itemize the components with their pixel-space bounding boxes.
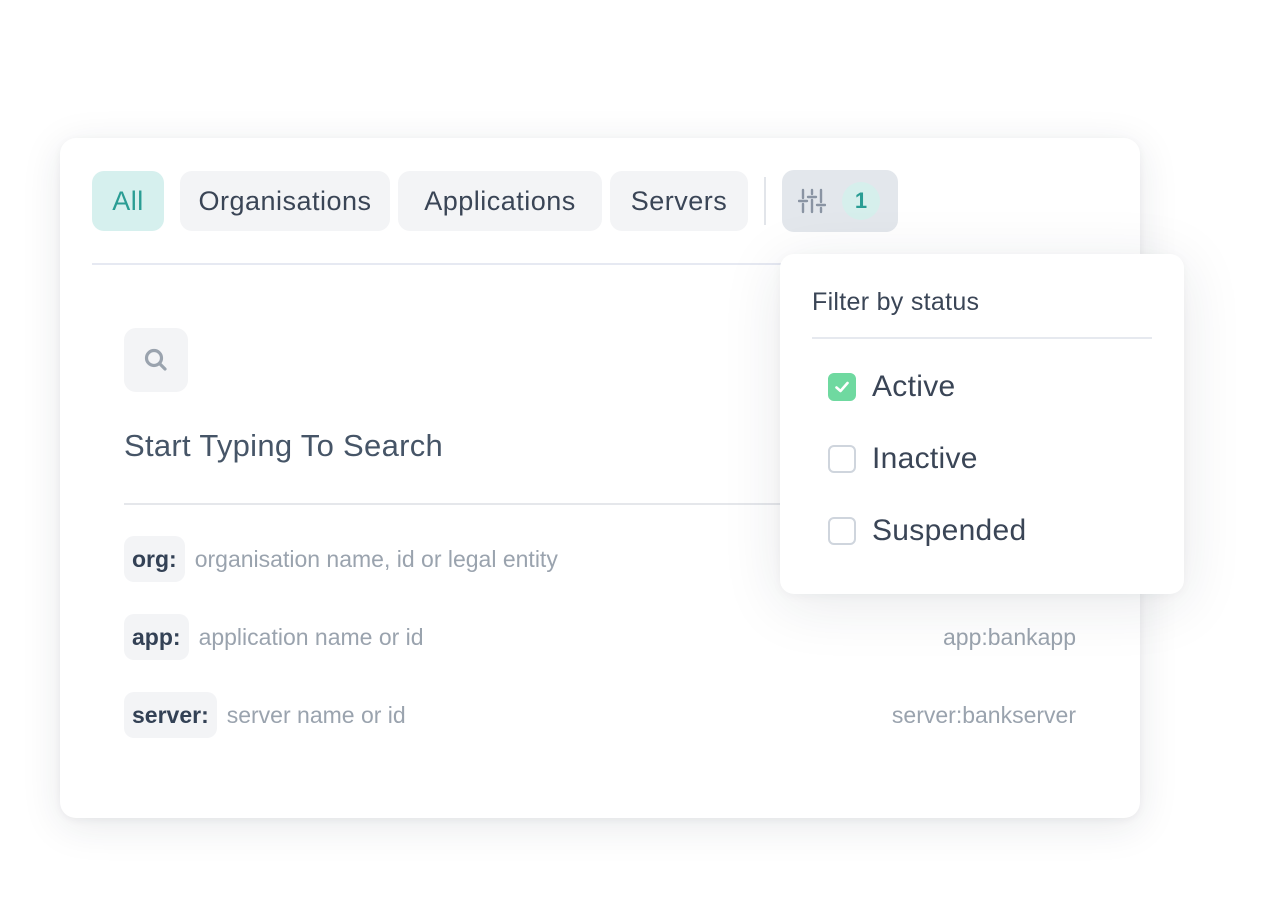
checkbox[interactable]: [828, 373, 856, 401]
hint-prefix-org[interactable]: org:: [124, 536, 185, 582]
tabs-divider: [764, 177, 766, 225]
tab-all[interactable]: All: [92, 171, 164, 231]
status-option-label: Inactive: [872, 442, 978, 475]
status-option-label: Active: [872, 370, 956, 403]
search-scope-tabs: All Organisations Applications Servers 1: [92, 170, 898, 232]
search-hint-row: app: application name or id app:bankapp: [124, 614, 1076, 660]
status-filter-dropdown: Filter by status Active Inactive Suspend…: [780, 254, 1184, 594]
search-underline: [124, 503, 784, 505]
status-option-inactive[interactable]: Inactive: [828, 439, 978, 479]
hint-description: application name or id: [198, 623, 424, 650]
hint-example: app:bankapp: [942, 623, 1076, 650]
status-option-label: Suspended: [872, 514, 1027, 547]
search-button[interactable]: [124, 328, 188, 392]
sliders-icon: [797, 187, 827, 215]
hint-prefix-app[interactable]: app:: [124, 614, 189, 660]
hint-example: server:bankserver: [891, 701, 1076, 728]
search-input-prompt[interactable]: Start Typing To Search: [124, 428, 443, 464]
checkbox[interactable]: [828, 445, 856, 473]
dropdown-divider: [812, 337, 1152, 339]
stage: All Organisations Applications Servers 1…: [0, 0, 1276, 916]
search-icon: [144, 348, 167, 371]
check-icon: [835, 381, 849, 393]
hint-description: server name or id: [226, 701, 406, 728]
search-hint-row: server: server name or id server:bankser…: [124, 692, 1076, 738]
tab-organisations[interactable]: Organisations: [180, 171, 390, 231]
dropdown-title: Filter by status: [812, 288, 980, 316]
status-option-suspended[interactable]: Suspended: [828, 511, 1027, 551]
tab-applications[interactable]: Applications: [398, 171, 602, 231]
filter-button[interactable]: 1: [782, 170, 898, 232]
active-filter-count-badge: 1: [842, 182, 880, 220]
checkbox[interactable]: [828, 517, 856, 545]
hint-description: organisation name, id or legal entity: [194, 545, 558, 572]
hint-prefix-server[interactable]: server:: [124, 692, 217, 738]
status-option-active[interactable]: Active: [828, 367, 956, 407]
tabs-divider-line: [92, 263, 782, 265]
tab-servers[interactable]: Servers: [610, 171, 748, 231]
